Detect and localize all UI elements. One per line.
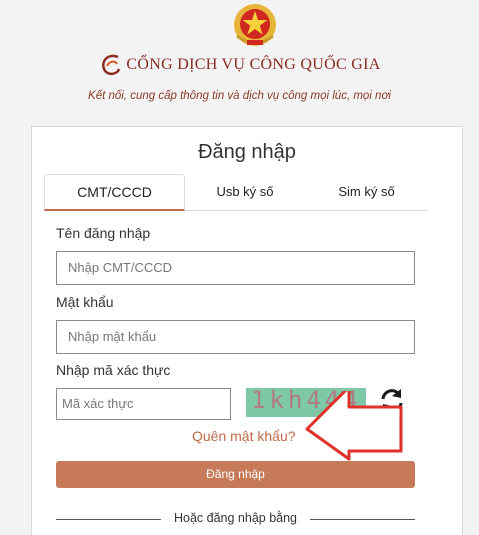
alt-login-divider: Hoặc đăng nhập bằng: [56, 511, 415, 527]
username-input[interactable]: Nhập CMT/CCCD: [56, 251, 415, 285]
national-emblem-icon: [234, 4, 276, 46]
brand-swirl-icon: [102, 54, 121, 76]
password-input[interactable]: Nhập mật khẩu: [56, 320, 415, 354]
brand-header: CỔNG DỊCH VỤ CÔNG QUỐC GIA: [0, 52, 479, 83]
login-card: Đăng nhập CMT/CCCD Usb ký số Sim ký số T…: [31, 126, 463, 535]
red-arrow-icon: [305, 391, 403, 461]
login-title: Đăng nhập: [198, 141, 296, 163]
tab-usb-ky-so[interactable]: Usb ký số: [185, 174, 305, 211]
brand-title: CỔNG DỊCH VỤ CÔNG QUỐC GIA: [98, 52, 380, 78]
username-label: Tên đăng nhập: [56, 225, 151, 241]
brand-subtitle: Kết nối, cung cấp thông tin và dịch vụ c…: [88, 90, 391, 102]
tab-sim-ky-so[interactable]: Sim ký số: [305, 174, 428, 211]
password-label: Mật khẩu: [56, 294, 114, 310]
alt-login-label: Hoặc đăng nhập bằng: [173, 511, 298, 525]
tab-cmt-cccd[interactable]: CMT/CCCD: [44, 174, 185, 211]
login-tabs: CMT/CCCD Usb ký số Sim ký số: [44, 174, 428, 211]
divider-line-right: [310, 519, 415, 520]
captcha-label: Nhập mã xác thực: [56, 362, 171, 378]
captcha-input[interactable]: Mã xác thực: [56, 388, 231, 420]
brand-title-text: CỔNG DỊCH VỤ CÔNG QUỐC GIA: [126, 56, 381, 73]
forgot-password-link[interactable]: Quên mật khẩu?: [192, 428, 296, 444]
